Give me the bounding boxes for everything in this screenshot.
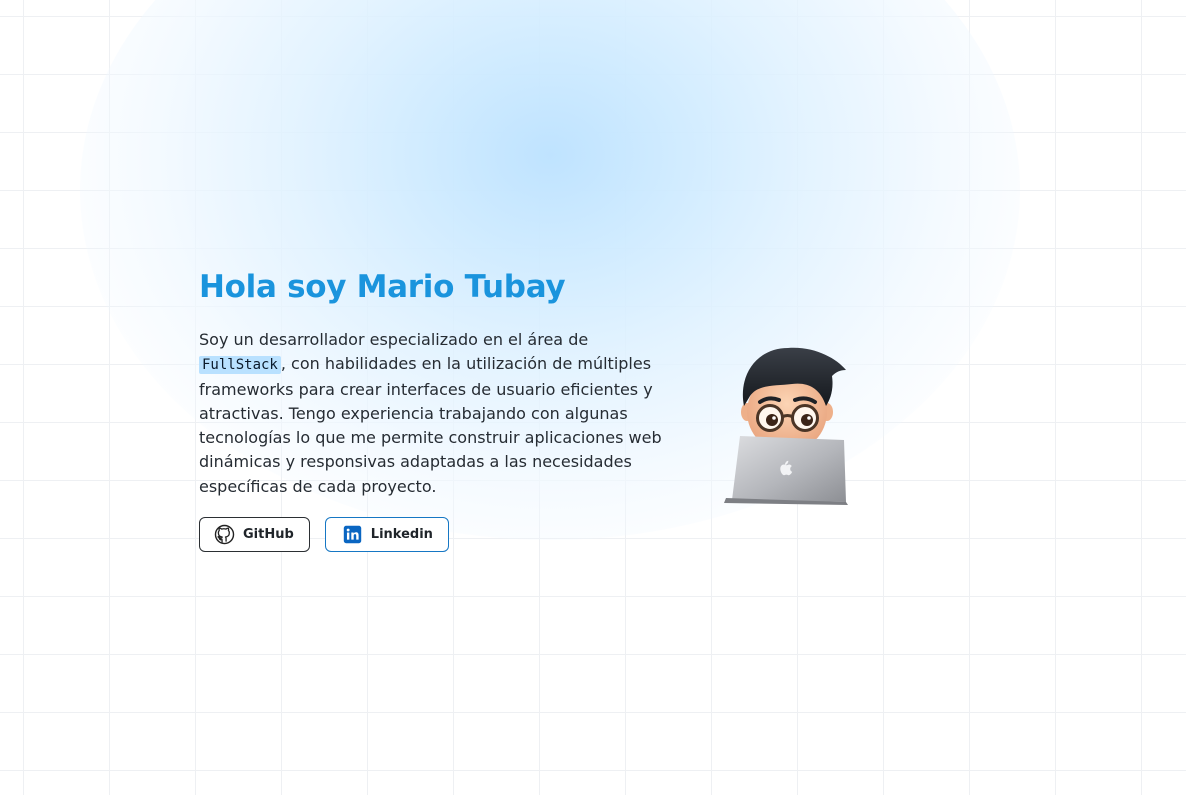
hero-section: Hola soy Mario Tubay Soy un desarrollado… <box>199 266 679 553</box>
memoji-laptop-avatar <box>722 340 852 505</box>
fullstack-highlight: FullStack <box>199 356 281 375</box>
linkedin-button-label: Linkedin <box>370 527 433 543</box>
github-button[interactable]: GitHub <box>199 517 310 553</box>
github-icon <box>214 524 235 545</box>
bio-text-start: Soy un desarrollador especializado en el… <box>199 330 589 349</box>
bio-text-end: , con habilidades en la utilización de m… <box>199 354 662 496</box>
page: Hola soy Mario Tubay Soy un desarrollado… <box>0 0 1186 795</box>
social-links: GitHub Linkedin <box>199 517 679 553</box>
page-title: Hola soy Mario Tubay <box>199 269 566 305</box>
bio-paragraph: Soy un desarrollador especializado en el… <box>199 328 669 499</box>
linkedin-icon <box>342 524 363 545</box>
linkedin-button[interactable]: Linkedin <box>324 517 449 553</box>
github-button-label: GitHub <box>243 527 294 543</box>
